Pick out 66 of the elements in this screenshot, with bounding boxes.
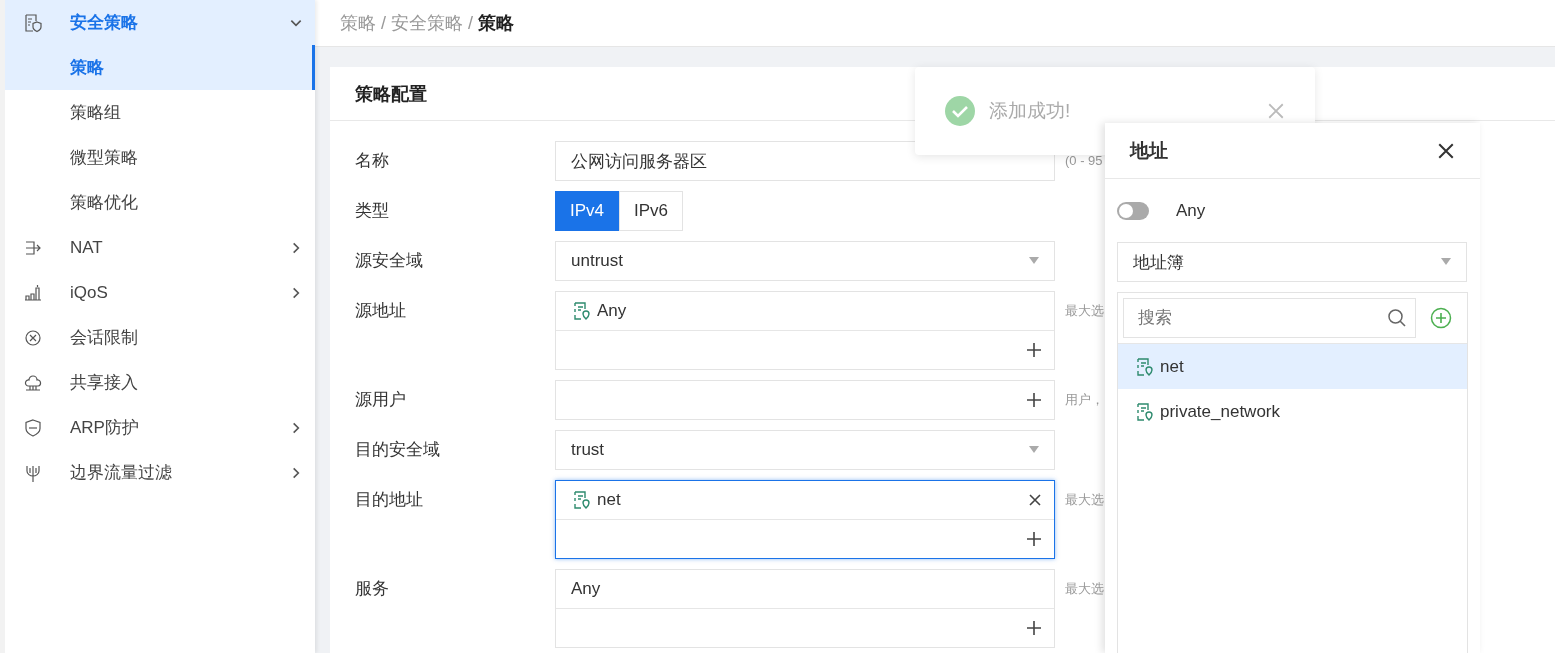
toggle-label: Any [1176, 200, 1206, 221]
type-toggle-button[interactable]: IPv6 [619, 191, 684, 231]
card-title: 策略配置 [355, 82, 427, 106]
field-label: 源用户 [355, 389, 407, 411]
sidebar-item[interactable]: 安全策略 [5, 0, 315, 45]
sidebar-item[interactable]: 边界流量过滤 [5, 450, 315, 495]
bar-chart-icon [23, 282, 43, 303]
sidebar-item[interactable]: NAT [5, 225, 315, 270]
multi-select-field[interactable]: Any [555, 291, 1055, 370]
search-icon[interactable] [1387, 308, 1407, 328]
field-hint: (0 - 95 [1065, 152, 1103, 170]
field-label: 源安全域 [355, 250, 424, 272]
toggle-switch[interactable] [1117, 201, 1149, 220]
sidebar-item[interactable]: 共享接入 [5, 360, 315, 405]
add-icon[interactable] [1026, 531, 1042, 547]
sidebar-item[interactable]: ARP防护 [5, 405, 315, 450]
chat-cross-icon [23, 327, 43, 348]
field-hint: 用户， [1065, 391, 1104, 409]
dropdown-field[interactable]: 地址簿 [1117, 242, 1467, 282]
add-icon[interactable] [1026, 392, 1042, 408]
add-icon[interactable] [1026, 342, 1042, 358]
address-list-item[interactable]: private_network [1118, 389, 1467, 434]
multi-select-field[interactable] [555, 380, 1055, 420]
close-icon[interactable] [1437, 141, 1455, 160]
toast-message: 添加成功! [989, 99, 1072, 123]
dropdown-field[interactable]: untrust [555, 241, 1055, 281]
submenu-item[interactable]: 策略 [5, 45, 315, 90]
submenu-item[interactable]: 策略组 [5, 90, 315, 135]
address-icon [1134, 401, 1154, 422]
shield-icon [23, 417, 43, 438]
multi-select-field[interactable]: Any [555, 569, 1055, 648]
selected-item: Any [597, 301, 628, 321]
search-field[interactable]: 搜索 [1123, 298, 1416, 338]
check-icon [945, 96, 975, 126]
cloud-icon [23, 372, 43, 393]
add-icon[interactable] [1026, 620, 1042, 636]
selected-item: net [597, 490, 622, 510]
field-hint: 最大选 [1065, 302, 1104, 320]
submenu-item[interactable]: 微型策略 [5, 135, 315, 180]
field-hint: 最大选 [1065, 580, 1104, 598]
caret-icon [1029, 446, 1039, 454]
field-label: 源地址 [355, 300, 407, 322]
selected-item: Any [571, 579, 602, 599]
multi-select-field[interactable]: net [555, 480, 1055, 559]
field-label: 目的地址 [355, 489, 424, 511]
panel-title: 地址 [1130, 138, 1168, 163]
remove-icon[interactable] [1028, 493, 1042, 507]
field-label: 服务 [355, 578, 390, 600]
add-icon[interactable] [1430, 307, 1452, 329]
caret-icon [1029, 257, 1039, 265]
sidebar-item[interactable]: 会话限制 [5, 315, 315, 360]
address-icon [571, 301, 591, 321]
field-label: 目的安全域 [355, 439, 441, 461]
field-label: 类型 [355, 200, 390, 222]
type-toggle-button[interactable]: IPv4 [555, 191, 620, 231]
dropdown-field[interactable]: trust [555, 430, 1055, 470]
shield-document-icon [23, 12, 43, 33]
breadcrumb: 策略 / 安全策略 / 策略 [340, 12, 514, 35]
field-hint: 最大选 [1065, 491, 1104, 509]
caret-icon [1441, 258, 1451, 266]
address-list-item[interactable]: net [1118, 344, 1467, 389]
field-label: 名称 [355, 150, 390, 172]
sidebar-item[interactable]: iQoS [5, 270, 315, 315]
address-icon [571, 490, 591, 510]
address-icon [1134, 356, 1154, 377]
submenu-item[interactable]: 策略优化 [5, 180, 315, 225]
